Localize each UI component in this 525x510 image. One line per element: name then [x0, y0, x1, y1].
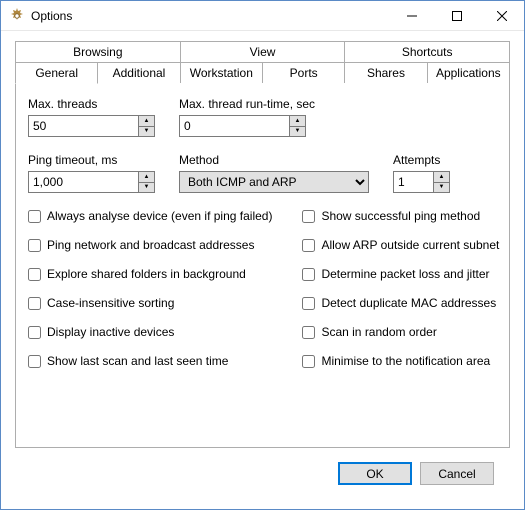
- ping-timeout-label: Ping timeout, ms: [28, 153, 155, 167]
- check-always-analyse[interactable]: [28, 210, 41, 223]
- ok-button[interactable]: OK: [338, 462, 412, 485]
- attempts-input[interactable]: [393, 171, 433, 193]
- max-threads-input[interactable]: [28, 115, 138, 137]
- max-runtime-input[interactable]: [179, 115, 289, 137]
- max-runtime-spinner[interactable]: ▲▼: [289, 115, 306, 137]
- max-threads-spinner[interactable]: ▲▼: [138, 115, 155, 137]
- check-ping-broadcast[interactable]: [28, 239, 41, 252]
- method-select[interactable]: Both ICMP and ARP: [179, 171, 369, 193]
- spin-down-icon[interactable]: ▼: [290, 127, 305, 137]
- spin-up-icon[interactable]: ▲: [290, 116, 305, 127]
- check-label: Always analyse device (even if ping fail…: [47, 209, 272, 223]
- checkbox-column-right: Show successful ping method Allow ARP ou…: [302, 209, 499, 368]
- minimize-button[interactable]: [389, 1, 434, 30]
- check-label: Show last scan and last seen time: [47, 354, 228, 368]
- tab-view[interactable]: View: [180, 41, 346, 62]
- content-area: Browsing View Shortcuts General Addition…: [1, 31, 524, 509]
- close-button[interactable]: [479, 1, 524, 30]
- window-title: Options: [31, 9, 389, 23]
- spin-down-icon[interactable]: ▼: [139, 183, 154, 193]
- check-allow-arp[interactable]: [302, 239, 315, 252]
- check-label: Detect duplicate MAC addresses: [321, 296, 496, 310]
- spin-down-icon[interactable]: ▼: [434, 183, 449, 193]
- check-label: Scan in random order: [321, 325, 436, 339]
- check-duplicate-mac[interactable]: [302, 297, 315, 310]
- spin-up-icon[interactable]: ▲: [434, 172, 449, 183]
- method-label: Method: [179, 153, 369, 167]
- ping-timeout-input[interactable]: [28, 171, 138, 193]
- maximize-button[interactable]: [434, 1, 479, 30]
- tab-additional[interactable]: Additional: [97, 62, 180, 84]
- max-threads-label: Max. threads: [28, 97, 155, 111]
- check-label: Allow ARP outside current subnet: [321, 238, 499, 252]
- tab-applications[interactable]: Applications: [427, 62, 510, 84]
- spin-down-icon[interactable]: ▼: [139, 127, 154, 137]
- check-explore-shared[interactable]: [28, 268, 41, 281]
- check-label: Display inactive devices: [47, 325, 174, 339]
- tab-shares[interactable]: Shares: [344, 62, 427, 84]
- check-minimise-tray[interactable]: [302, 355, 315, 368]
- tab-workstation[interactable]: Workstation: [180, 62, 263, 84]
- attempts-spinner[interactable]: ▲▼: [433, 171, 450, 193]
- check-random-order[interactable]: [302, 326, 315, 339]
- attempts-label: Attempts: [393, 153, 450, 167]
- tab-general[interactable]: General: [15, 62, 98, 84]
- tab-ports[interactable]: Ports: [262, 62, 345, 84]
- dialog-footer: OK Cancel: [15, 448, 510, 501]
- spin-up-icon[interactable]: ▲: [139, 172, 154, 183]
- titlebar: Options: [1, 1, 524, 31]
- check-packet-loss[interactable]: [302, 268, 315, 281]
- max-runtime-label: Max. thread run-time, sec: [179, 97, 315, 111]
- check-show-last-scan[interactable]: [28, 355, 41, 368]
- tab-browsing[interactable]: Browsing: [15, 41, 181, 62]
- check-display-inactive[interactable]: [28, 326, 41, 339]
- check-label: Explore shared folders in background: [47, 267, 246, 281]
- cancel-button[interactable]: Cancel: [420, 462, 494, 485]
- tab-shortcuts[interactable]: Shortcuts: [344, 41, 510, 62]
- ping-timeout-spinner[interactable]: ▲▼: [138, 171, 155, 193]
- tab-strip: Browsing View Shortcuts General Addition…: [15, 41, 510, 84]
- options-window: Options Browsing View Shortcuts General …: [0, 0, 525, 510]
- check-label: Show successful ping method: [321, 209, 480, 223]
- spin-up-icon[interactable]: ▲: [139, 116, 154, 127]
- app-icon: [9, 8, 25, 24]
- check-label: Minimise to the notification area: [321, 354, 490, 368]
- check-case-insensitive[interactable]: [28, 297, 41, 310]
- check-show-ping-method[interactable]: [302, 210, 315, 223]
- checkbox-column-left: Always analyse device (even if ping fail…: [28, 209, 272, 368]
- tab-panel-general: Max. threads ▲▼ Max. thread run-time, se…: [15, 83, 510, 448]
- check-label: Case-insensitive sorting: [47, 296, 174, 310]
- check-label: Determine packet loss and jitter: [321, 267, 489, 281]
- check-label: Ping network and broadcast addresses: [47, 238, 254, 252]
